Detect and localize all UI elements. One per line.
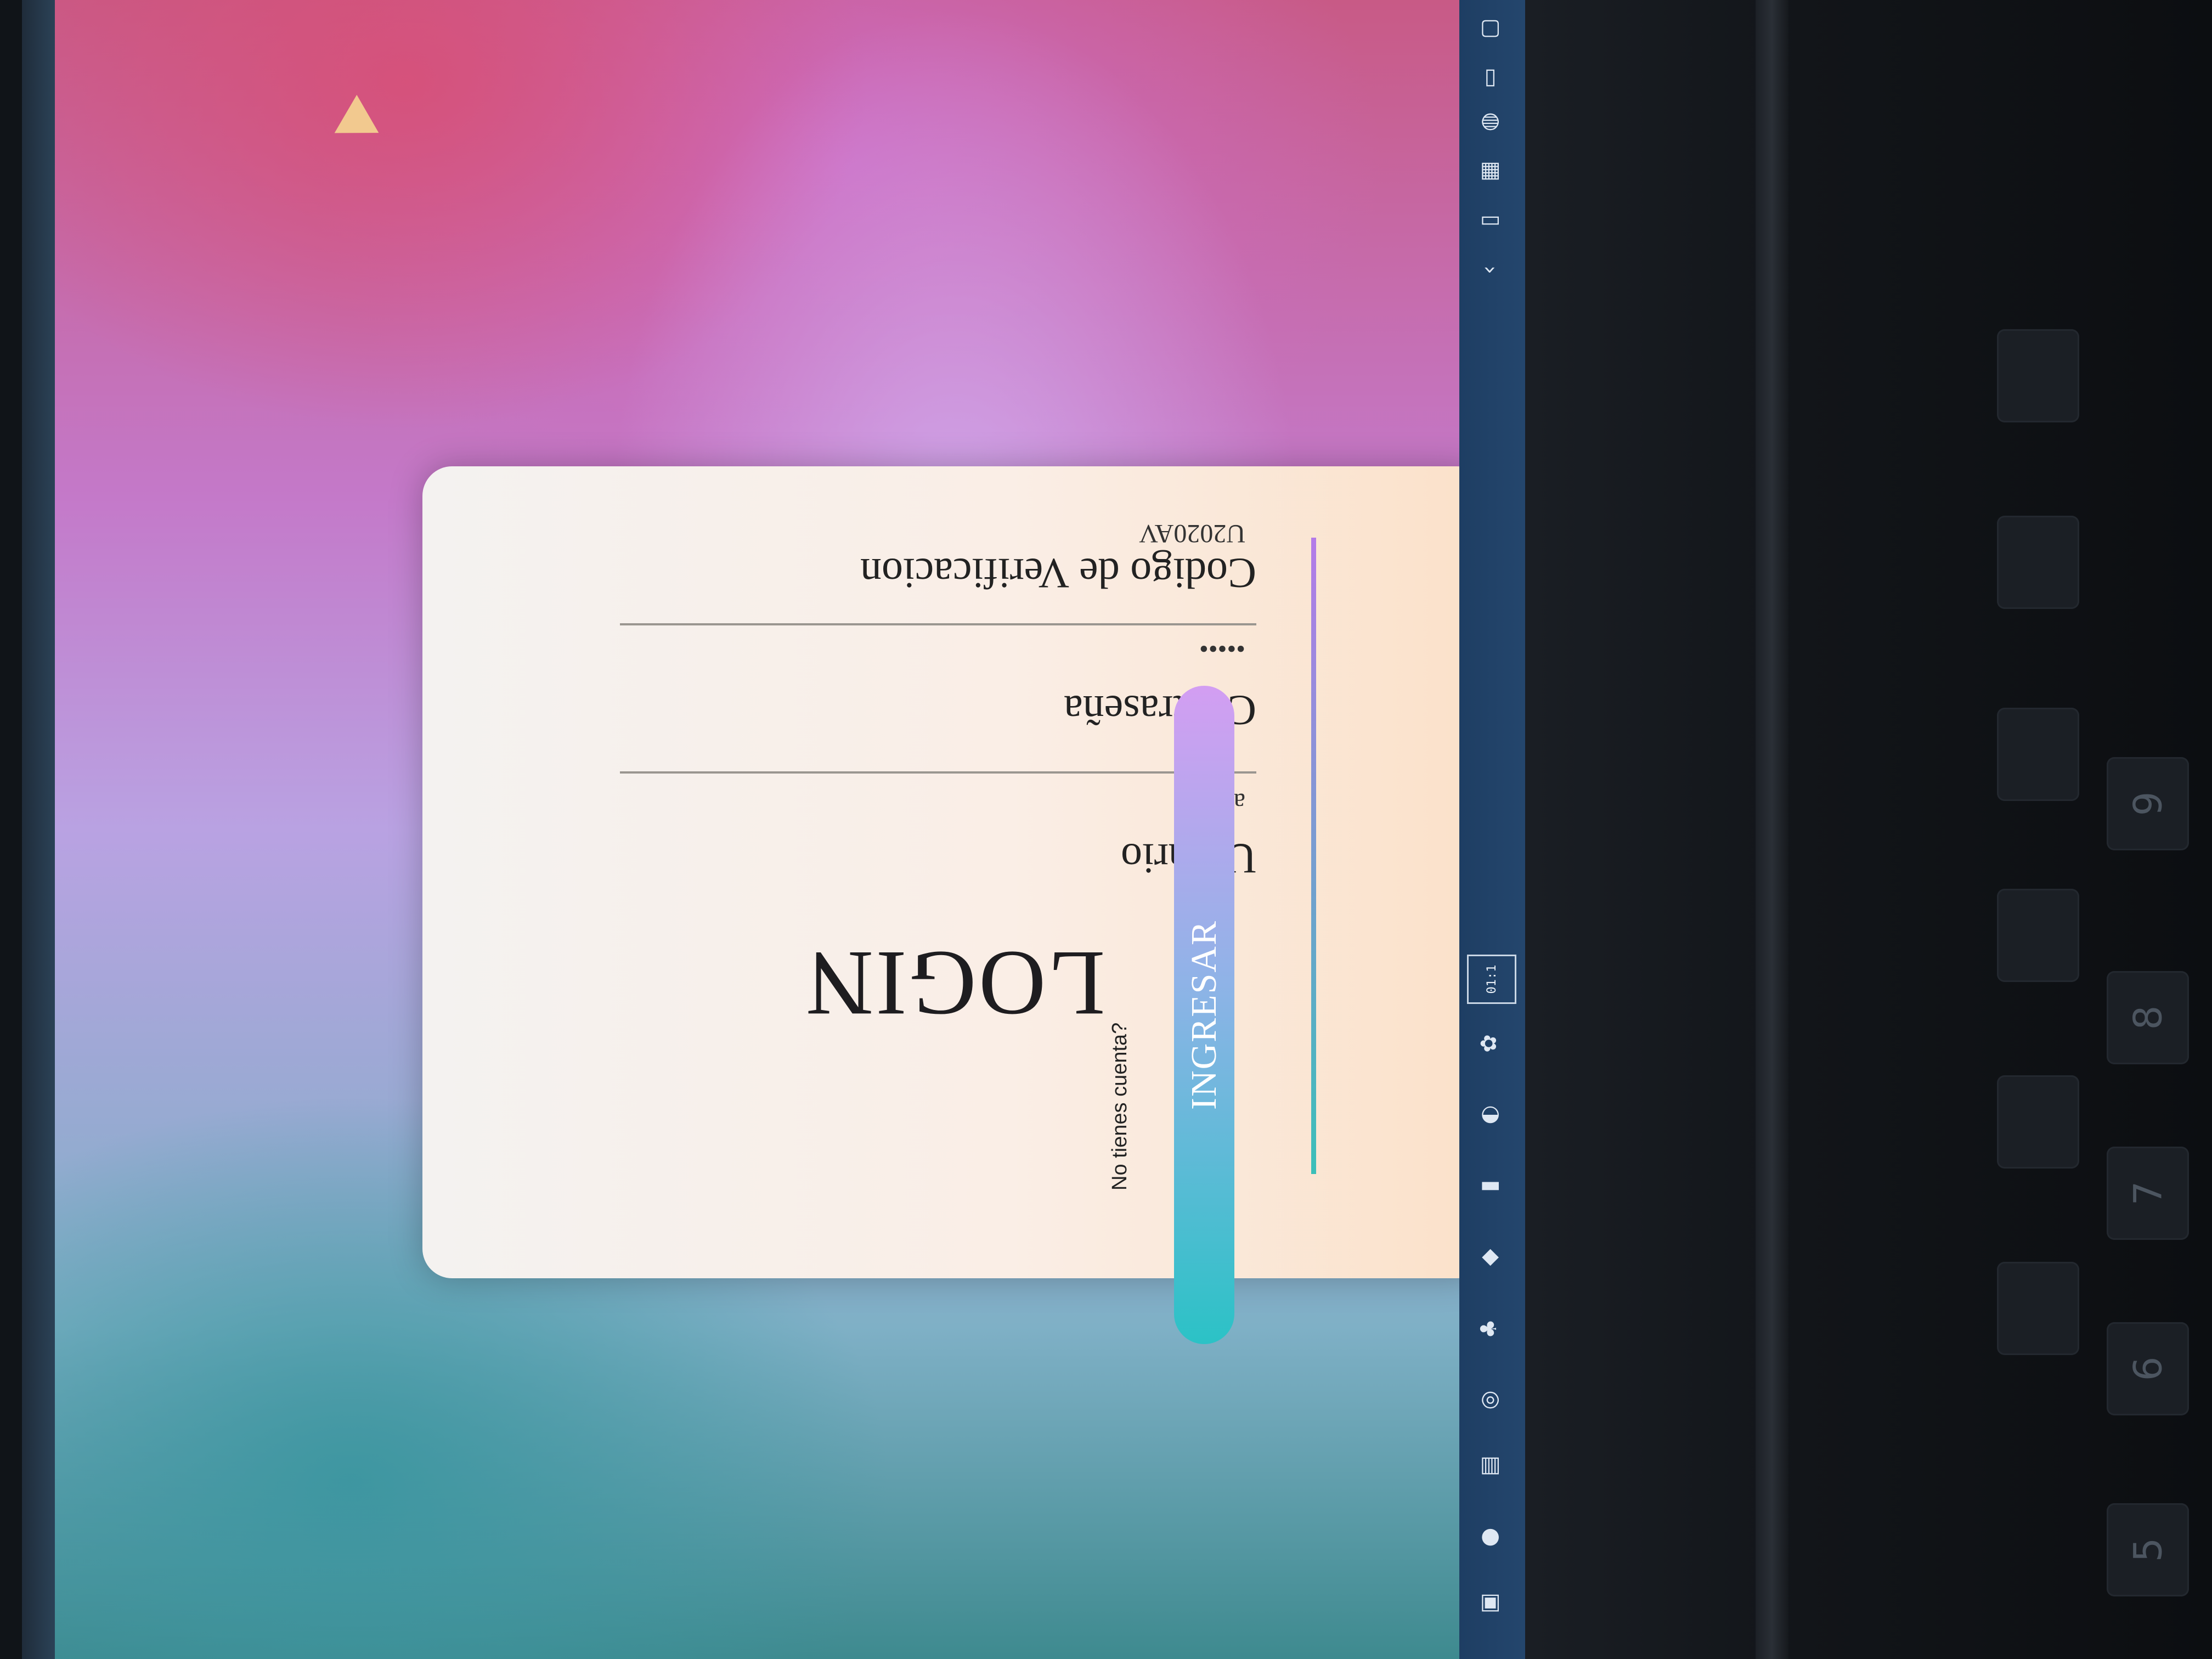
edge-icon[interactable]: ◐ <box>1471 1097 1506 1132</box>
login-card-lower-inner <box>549 340 1361 1404</box>
submit-button-label: INGRESAR <box>1184 919 1224 1110</box>
usb-icon[interactable]: ▯ <box>1471 203 1506 238</box>
files-icon[interactable]: ▮ <box>1471 1169 1506 1204</box>
taskbar-clock-widget[interactable]: 01:1 <box>1467 955 1516 1004</box>
key-f <box>1997 329 2079 422</box>
key-f <box>1997 1075 2079 1169</box>
key-f <box>1997 516 2079 609</box>
key-f <box>1997 1262 2079 1355</box>
login-card-lower <box>549 340 1361 1404</box>
terminal-icon[interactable]: ▤ <box>1471 1448 1506 1483</box>
mouse-cursor-icon <box>323 94 379 153</box>
edge-tray-icon[interactable]: ◍ <box>1471 104 1506 139</box>
laptop-hinge <box>1756 0 1788 1659</box>
key-7: 7 <box>2107 1147 2189 1240</box>
key-f <box>1997 889 2079 982</box>
submit-button[interactable]: INGRESAR <box>1174 686 1234 1344</box>
signup-link[interactable]: No tienes cuenta? <box>1108 1023 1132 1190</box>
screen-bezel <box>22 0 55 1659</box>
network-icon[interactable]: ▦ <box>1471 154 1506 189</box>
chevron-up-icon[interactable]: ‹ <box>1471 252 1506 287</box>
teams-icon[interactable]: ♣ <box>1471 1311 1506 1346</box>
verification-code-underline <box>1311 538 1316 1174</box>
chrome-icon[interactable]: ◎ <box>1471 1383 1506 1418</box>
key-6: 6 <box>2107 1322 2189 1415</box>
notification-icon[interactable]: ▢ <box>1471 11 1506 46</box>
taskbar: ▣ ● ▤ ◎ ♣ ◆ ▮ ◐ ✿ 01:1 ‹ ▯ ▦ ◍ ▭ ▢ <box>1459 0 1525 1659</box>
laptop-keyboard: 5 6 7 8 9 <box>1525 0 2212 1659</box>
login-card-lower-rotated <box>422 466 1487 1278</box>
key-f <box>1997 708 2079 801</box>
office-icon[interactable]: ✿ <box>1471 1026 1506 1061</box>
app-icon[interactable]: ● <box>1471 1520 1506 1555</box>
battery-icon[interactable]: ▭ <box>1471 60 1506 95</box>
key-8: 8 <box>2107 971 2189 1064</box>
key-5: 5 <box>2107 1503 2189 1596</box>
task-view-icon[interactable]: ▣ <box>1471 1585 1506 1621</box>
key-9: 9 <box>2107 757 2189 850</box>
photo-scene: LOGIN Usuario admin Contraseña ••••• Cod… <box>0 0 2212 1659</box>
git-icon[interactable]: ◆ <box>1471 1240 1506 1275</box>
